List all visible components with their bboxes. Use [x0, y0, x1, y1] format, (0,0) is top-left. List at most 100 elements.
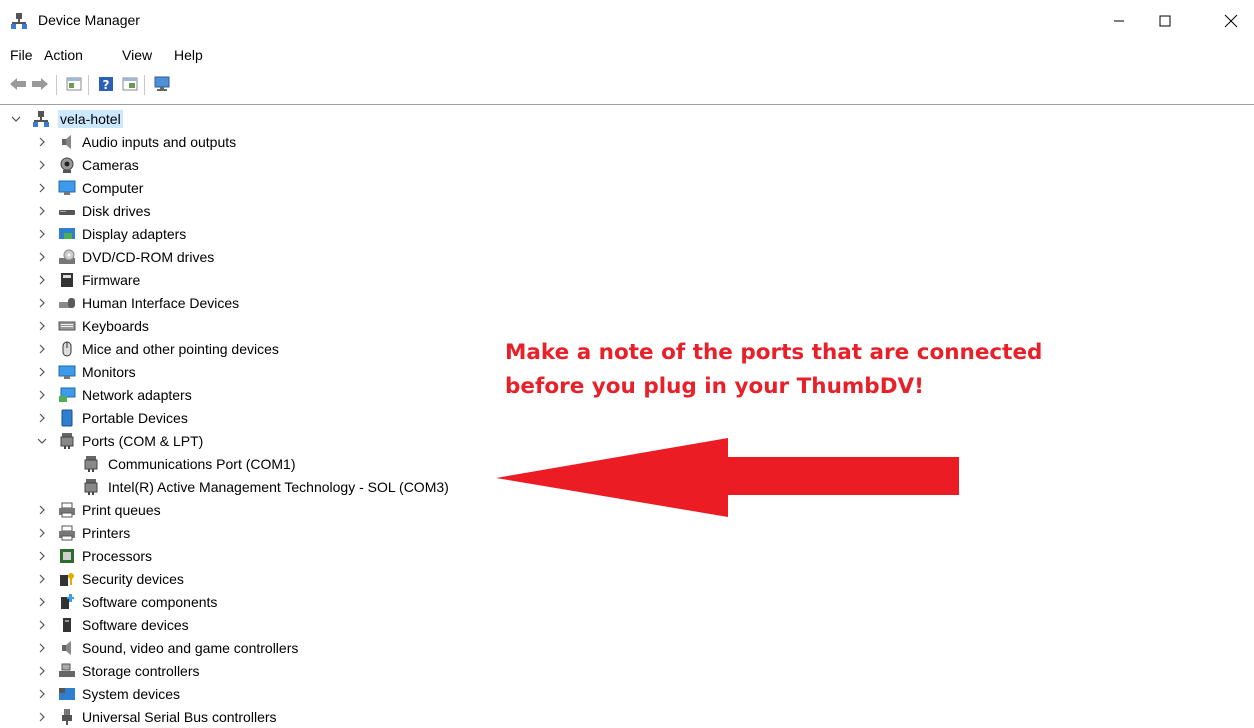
- display-adapter-icon: [58, 225, 76, 243]
- tree-item-label: Sound, video and game controllers: [82, 640, 299, 656]
- chevron-right-icon[interactable]: [36, 366, 48, 378]
- chevron-right-icon[interactable]: [36, 550, 48, 562]
- chevron-right-icon[interactable]: [36, 389, 48, 401]
- menu-bar: File Action View Help: [0, 44, 1254, 68]
- chevron-right-icon[interactable]: [36, 573, 48, 585]
- tree-item-label: Audio inputs and outputs: [82, 134, 237, 150]
- chevron-right-icon[interactable]: [36, 504, 48, 516]
- toolbar-separator: [144, 75, 145, 95]
- camera-icon: [58, 156, 76, 174]
- network-icon: [58, 386, 76, 404]
- tree-item-label: Display adapters: [82, 226, 187, 242]
- tree-item-label: Keyboards: [82, 318, 149, 334]
- tree-category[interactable]: Disk drives: [0, 200, 600, 222]
- menu-action[interactable]: Action: [44, 47, 83, 63]
- network-root-icon: [32, 110, 50, 128]
- tree-category[interactable]: System devices: [0, 683, 600, 705]
- tree-item-label: Cameras: [82, 157, 139, 173]
- tree-root[interactable]: vela-hotel: [0, 108, 600, 130]
- close-button[interactable]: [1208, 0, 1254, 42]
- chevron-right-icon[interactable]: [36, 251, 48, 263]
- annotation-line-1: Make a note of the ports that are connec…: [505, 340, 1043, 365]
- title-bar: Device Manager: [0, 0, 1254, 42]
- tree-item-label: Computer: [82, 180, 144, 196]
- tree-item-label: Printers: [82, 525, 131, 541]
- chevron-right-icon[interactable]: [36, 596, 48, 608]
- chevron-right-icon[interactable]: [36, 297, 48, 309]
- tree-category[interactable]: Storage controllers: [0, 660, 600, 682]
- tree-item-label: Software devices: [82, 617, 189, 633]
- chevron-right-icon[interactable]: [36, 665, 48, 677]
- device-manager-icon: [10, 12, 28, 30]
- chevron-down-icon[interactable]: [10, 113, 22, 125]
- tree-category[interactable]: Sound, video and game controllers: [0, 637, 600, 659]
- firmware-icon: [58, 271, 76, 289]
- chevron-right-icon[interactable]: [36, 274, 48, 286]
- menu-file[interactable]: File: [10, 47, 33, 63]
- software-device-icon: [58, 616, 76, 634]
- tree-category[interactable]: Software devices: [0, 614, 600, 636]
- tree-category[interactable]: Security devices: [0, 568, 600, 590]
- portable-device-icon: [58, 409, 76, 427]
- details-icon[interactable]: [120, 74, 140, 94]
- properties-icon[interactable]: [64, 74, 84, 94]
- chevron-right-icon[interactable]: [36, 711, 48, 723]
- port-icon: [82, 478, 100, 496]
- chevron-right-icon[interactable]: [36, 688, 48, 700]
- tree-item-label: Ports (COM & LPT): [82, 433, 204, 449]
- port-icon: [58, 432, 76, 450]
- toolbar-separator: [88, 75, 89, 95]
- tree-item-label: Monitors: [82, 364, 136, 380]
- chevron-right-icon[interactable]: [36, 527, 48, 539]
- chevron-right-icon[interactable]: [36, 159, 48, 171]
- monitor-icon[interactable]: [152, 74, 172, 94]
- tree-category[interactable]: Printers: [0, 522, 600, 544]
- minimize-button[interactable]: [1096, 0, 1142, 42]
- tree-category[interactable]: Audio inputs and outputs: [0, 131, 600, 153]
- toolbar: ?: [0, 71, 1254, 99]
- tree-category[interactable]: Processors: [0, 545, 600, 567]
- tree-item-label: Software components: [82, 594, 218, 610]
- tree-category[interactable]: Display adapters: [0, 223, 600, 245]
- chevron-down-icon[interactable]: [36, 435, 48, 447]
- tree-category[interactable]: Firmware: [0, 269, 600, 291]
- toolbar-separator: [56, 75, 57, 95]
- menu-help[interactable]: Help: [174, 47, 203, 63]
- chevron-right-icon[interactable]: [36, 182, 48, 194]
- chevron-right-icon[interactable]: [36, 642, 48, 654]
- computer-icon: [58, 179, 76, 197]
- tree-category[interactable]: DVD/CD-ROM drives: [0, 246, 600, 268]
- forward-arrow-icon[interactable]: [30, 74, 50, 94]
- tree-item-label: vela-hotel: [58, 110, 123, 128]
- system-devices-icon: [58, 685, 76, 703]
- chevron-right-icon[interactable]: [36, 412, 48, 424]
- chevron-right-icon[interactable]: [36, 205, 48, 217]
- svg-text:?: ?: [103, 78, 110, 92]
- printer-icon: [58, 501, 76, 519]
- disk-drive-icon: [58, 202, 76, 220]
- back-arrow-icon[interactable]: [8, 74, 28, 94]
- chevron-right-icon[interactable]: [36, 136, 48, 148]
- annotation-arrow: [496, 438, 959, 517]
- speaker-icon: [58, 133, 76, 151]
- chevron-right-icon[interactable]: [36, 619, 48, 631]
- chevron-right-icon[interactable]: [36, 343, 48, 355]
- chevron-right-icon[interactable]: [36, 228, 48, 240]
- help-icon[interactable]: ?: [96, 74, 116, 94]
- tree-item-label: Network adapters: [82, 387, 192, 403]
- tree-item-label: Security devices: [82, 571, 184, 587]
- maximize-button[interactable]: [1142, 0, 1188, 42]
- annotation-text: Make a note of the ports that are connec…: [505, 336, 1105, 404]
- tree-category[interactable]: Software components: [0, 591, 600, 613]
- tree-category[interactable]: Cameras: [0, 154, 600, 176]
- tree-category[interactable]: Human Interface Devices: [0, 292, 600, 314]
- tree-category[interactable]: Portable Devices: [0, 407, 600, 429]
- tree-category[interactable]: Keyboards: [0, 315, 600, 337]
- chevron-right-icon[interactable]: [36, 320, 48, 332]
- tree-category[interactable]: Universal Serial Bus controllers: [0, 706, 600, 728]
- window-title: Device Manager: [38, 12, 140, 28]
- tree-item-label: Disk drives: [82, 203, 151, 219]
- tree-item-label: Print queues: [82, 502, 161, 518]
- tree-category[interactable]: Computer: [0, 177, 600, 199]
- menu-view[interactable]: View: [122, 47, 152, 63]
